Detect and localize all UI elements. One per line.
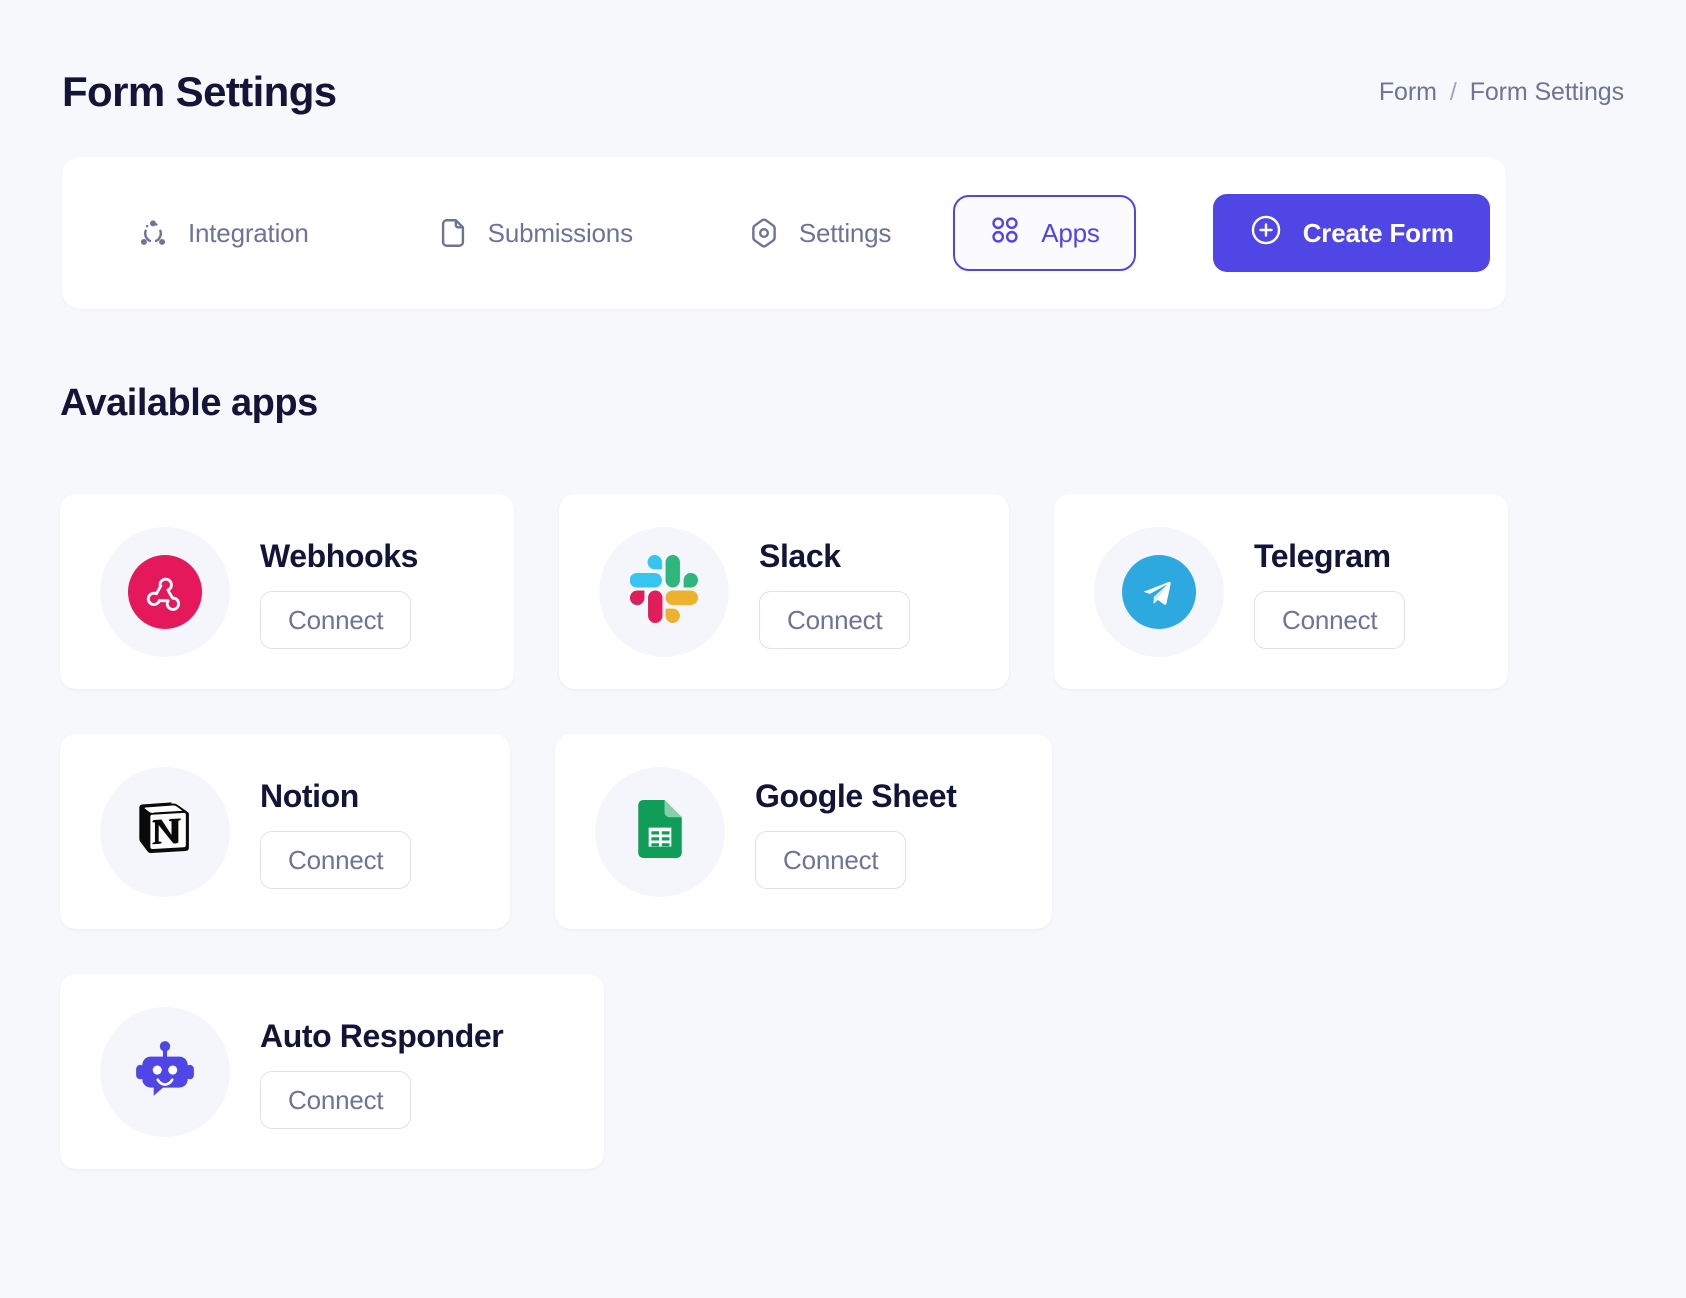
app-card-notion[interactable]: Notion Connect [60, 734, 510, 929]
tab-settings[interactable]: Settings [747, 216, 891, 250]
app-icon-wrap [599, 526, 729, 657]
telegram-icon [1122, 554, 1196, 629]
create-form-label: Create Form [1302, 217, 1454, 248]
webhooks-icon [128, 554, 202, 629]
tab-submissions-label: Submissions [487, 217, 633, 248]
connect-button-slack[interactable]: Connect [759, 590, 911, 650]
connect-button-webhooks[interactable]: Connect [260, 590, 412, 650]
app-card-auto-responder[interactable]: Auto Responder Connect [60, 974, 604, 1169]
app-icon-wrap [1094, 526, 1224, 657]
available-apps-heading: Available apps [60, 382, 318, 424]
apps-grid-row: Auto Responder Connect [60, 974, 1630, 1169]
connect-button-google-sheet[interactable]: Connect [755, 830, 907, 890]
toolbar-panel: Integration Submissions Settings Apps Cr… [62, 157, 1506, 309]
connect-button-telegram[interactable]: Connect [1254, 590, 1406, 650]
connect-button-notion[interactable]: Connect [260, 830, 412, 890]
app-card-webhooks[interactable]: Webhooks Connect [60, 494, 514, 689]
tab-submissions[interactable]: Submissions [436, 216, 633, 250]
tab-apps[interactable]: Apps [953, 195, 1136, 271]
app-name: Google Sheet [755, 777, 957, 814]
google-sheet-icon [631, 800, 689, 863]
app-name: Auto Responder [260, 1017, 504, 1054]
app-card-body: Google Sheet Connect [755, 774, 957, 890]
app-card-slack[interactable]: Slack Connect [559, 494, 1009, 689]
breadcrumb-separator: / [1449, 77, 1457, 106]
app-icon-wrap [100, 766, 230, 897]
app-card-telegram[interactable]: Telegram Connect [1054, 494, 1508, 689]
app-name: Webhooks [260, 537, 419, 574]
breadcrumb-parent[interactable]: Form [1379, 78, 1437, 107]
tab-settings-label: Settings [798, 217, 892, 248]
app-card-body: Notion Connect [260, 774, 412, 890]
app-name: Slack [759, 537, 841, 574]
breadcrumb-current: Form Settings [1469, 77, 1624, 106]
apps-grid: Webhooks Connect Slack Connect Telegram … [60, 494, 1630, 1214]
settings-hexagon-icon [747, 216, 781, 250]
app-card-body: Slack Connect [759, 534, 911, 650]
apps-grid-row: Notion Connect Google Sheet Connect [60, 734, 1630, 929]
tab-integration-label: Integration [188, 217, 309, 248]
tab-integration[interactable]: Integration [136, 216, 309, 250]
create-form-button[interactable]: Create Form [1212, 194, 1490, 272]
slack-icon [629, 555, 698, 628]
app-card-body: Webhooks Connect [260, 534, 418, 650]
notion-icon [134, 798, 196, 865]
app-card-body: Telegram Connect [1254, 534, 1406, 650]
apps-grid-row: Webhooks Connect Slack Connect Telegram … [60, 494, 1630, 689]
app-name: Notion [260, 777, 359, 814]
app-card-google-sheet[interactable]: Google Sheet Connect [555, 734, 1052, 929]
app-page: Form Settings Form / Form Settings Integ… [0, 0, 1686, 1298]
breadcrumb: Form / Form Settings [1379, 78, 1624, 107]
page-title: Form Settings [62, 67, 337, 115]
app-icon-wrap [100, 526, 230, 657]
connect-button-auto-responder[interactable]: Connect [260, 1070, 412, 1130]
page-header: Form Settings Form / Form Settings [62, 62, 1624, 122]
robot-icon [132, 1036, 198, 1107]
app-card-body: Auto Responder Connect [260, 1014, 504, 1130]
app-icon-wrap [100, 1006, 230, 1137]
app-icon-wrap [595, 766, 725, 897]
plus-circle-icon [1249, 213, 1283, 254]
tab-apps-label: Apps [1041, 217, 1100, 248]
app-name: Telegram [1254, 537, 1391, 574]
grid-apps-icon [989, 214, 1021, 253]
integration-icon [136, 216, 170, 250]
document-icon [436, 216, 470, 250]
